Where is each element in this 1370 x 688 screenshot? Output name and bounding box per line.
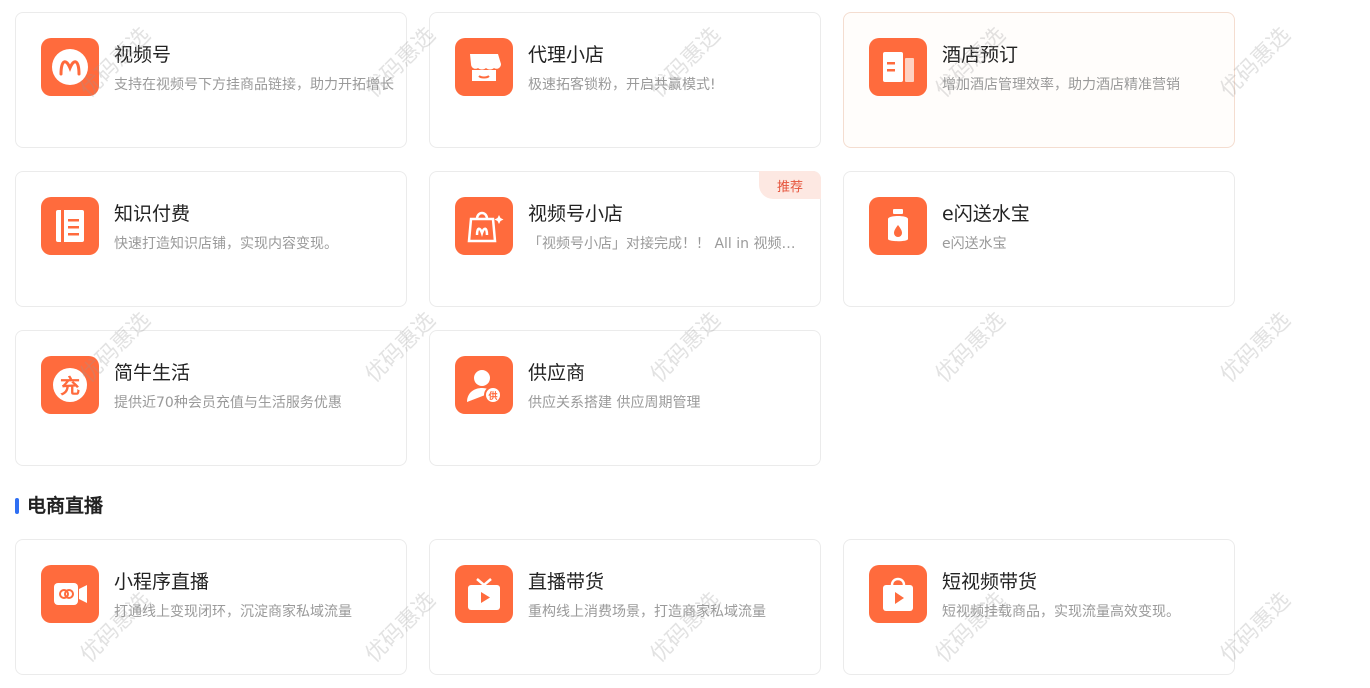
card-desc: e闪送水宝: [942, 236, 1007, 252]
app-card-agent-store[interactable]: 代理小店 极速拓客锁粉，开启共赢模式!: [429, 12, 821, 148]
card-title: 代理小店: [528, 44, 605, 66]
app-card-live-selling[interactable]: 直播带货 重构线上消费场景，打造商家私域流量: [429, 539, 821, 675]
card-title: 酒店预订: [942, 44, 1019, 66]
card-title: 小程序直播: [114, 571, 210, 593]
card-title: 知识付费: [114, 203, 191, 225]
mini-program-live-icon: [41, 565, 99, 623]
store-icon: [455, 38, 513, 96]
short-video-bag-icon: [869, 565, 927, 623]
app-card-video-shop[interactable]: 推荐 视频号小店 「视频号小店」对接完成！！ All in 视频号小店: [429, 171, 821, 307]
card-desc: 极速拓客锁粉，开启共赢模式!: [528, 77, 716, 93]
card-desc: 支持在视频号下方挂商品链接，助力开拓增长: [114, 77, 394, 93]
app-card-short-video-selling[interactable]: 短视频带货 短视频挂载商品，实现流量高效变现。: [843, 539, 1235, 675]
card-desc: 增加酒店管理效率，助力酒店精准营销: [942, 77, 1180, 93]
card-desc: 供应关系搭建 供应周期管理: [528, 395, 701, 411]
watermark: 优码惠选: [930, 307, 1011, 388]
supplier-icon: 供: [455, 356, 513, 414]
card-desc: 「视频号小店」对接完成！！ All in 视频号小店: [528, 236, 808, 252]
knowledge-book-icon: [41, 197, 99, 255]
card-title: 直播带货: [528, 571, 605, 593]
app-card-supplier[interactable]: 供 供应商 供应关系搭建 供应周期管理: [429, 330, 821, 466]
app-card-knowledge-pay[interactable]: 知识付费 快速打造知识店铺，实现内容变现。: [15, 171, 407, 307]
live-tv-icon: [455, 565, 513, 623]
card-desc: 打通线上变现闭环，沉淀商家私域流量: [114, 604, 352, 620]
app-card-jianniu-life[interactable]: 充 简牛生活 提供近70种会员充值与生活服务优惠: [15, 330, 407, 466]
card-title: 简牛生活: [114, 362, 191, 384]
card-title: 短视频带货: [942, 571, 1038, 593]
card-title: 视频号: [114, 44, 172, 66]
recharge-icon: 充: [41, 356, 99, 414]
section-title-ecommerce-live: 电商直播: [15, 494, 103, 518]
card-desc: 提供近70种会员充值与生活服务优惠: [114, 395, 342, 411]
card-desc: 重构线上消费场景，打造商家私域流量: [528, 604, 766, 620]
card-desc: 快速打造知识店铺，实现内容变现。: [114, 236, 338, 252]
card-title: e闪送水宝: [942, 203, 1030, 225]
water-bottle-icon: [869, 197, 927, 255]
card-title: 视频号小店: [528, 203, 624, 225]
svg-text:充: 充: [60, 374, 80, 398]
card-title: 供应商: [528, 362, 586, 384]
svg-text:供: 供: [487, 390, 497, 402]
video-shop-bag-icon: [455, 197, 513, 255]
video-channel-icon: [41, 38, 99, 96]
app-card-hotel-booking[interactable]: 酒店预订 增加酒店管理效率，助力酒店精准营销: [843, 12, 1235, 148]
app-card-video-channel[interactable]: 视频号 支持在视频号下方挂商品链接，助力开拓增长: [15, 12, 407, 148]
hotel-icon: [869, 38, 927, 96]
watermark: 优码惠选: [1215, 307, 1296, 388]
recommend-badge: 推荐: [759, 171, 821, 199]
app-card-water-delivery[interactable]: e闪送水宝 e闪送水宝: [843, 171, 1235, 307]
card-desc: 短视频挂载商品，实现流量高效变现。: [942, 604, 1180, 620]
app-card-mini-program-live[interactable]: 小程序直播 打通线上变现闭环，沉淀商家私域流量: [15, 539, 407, 675]
